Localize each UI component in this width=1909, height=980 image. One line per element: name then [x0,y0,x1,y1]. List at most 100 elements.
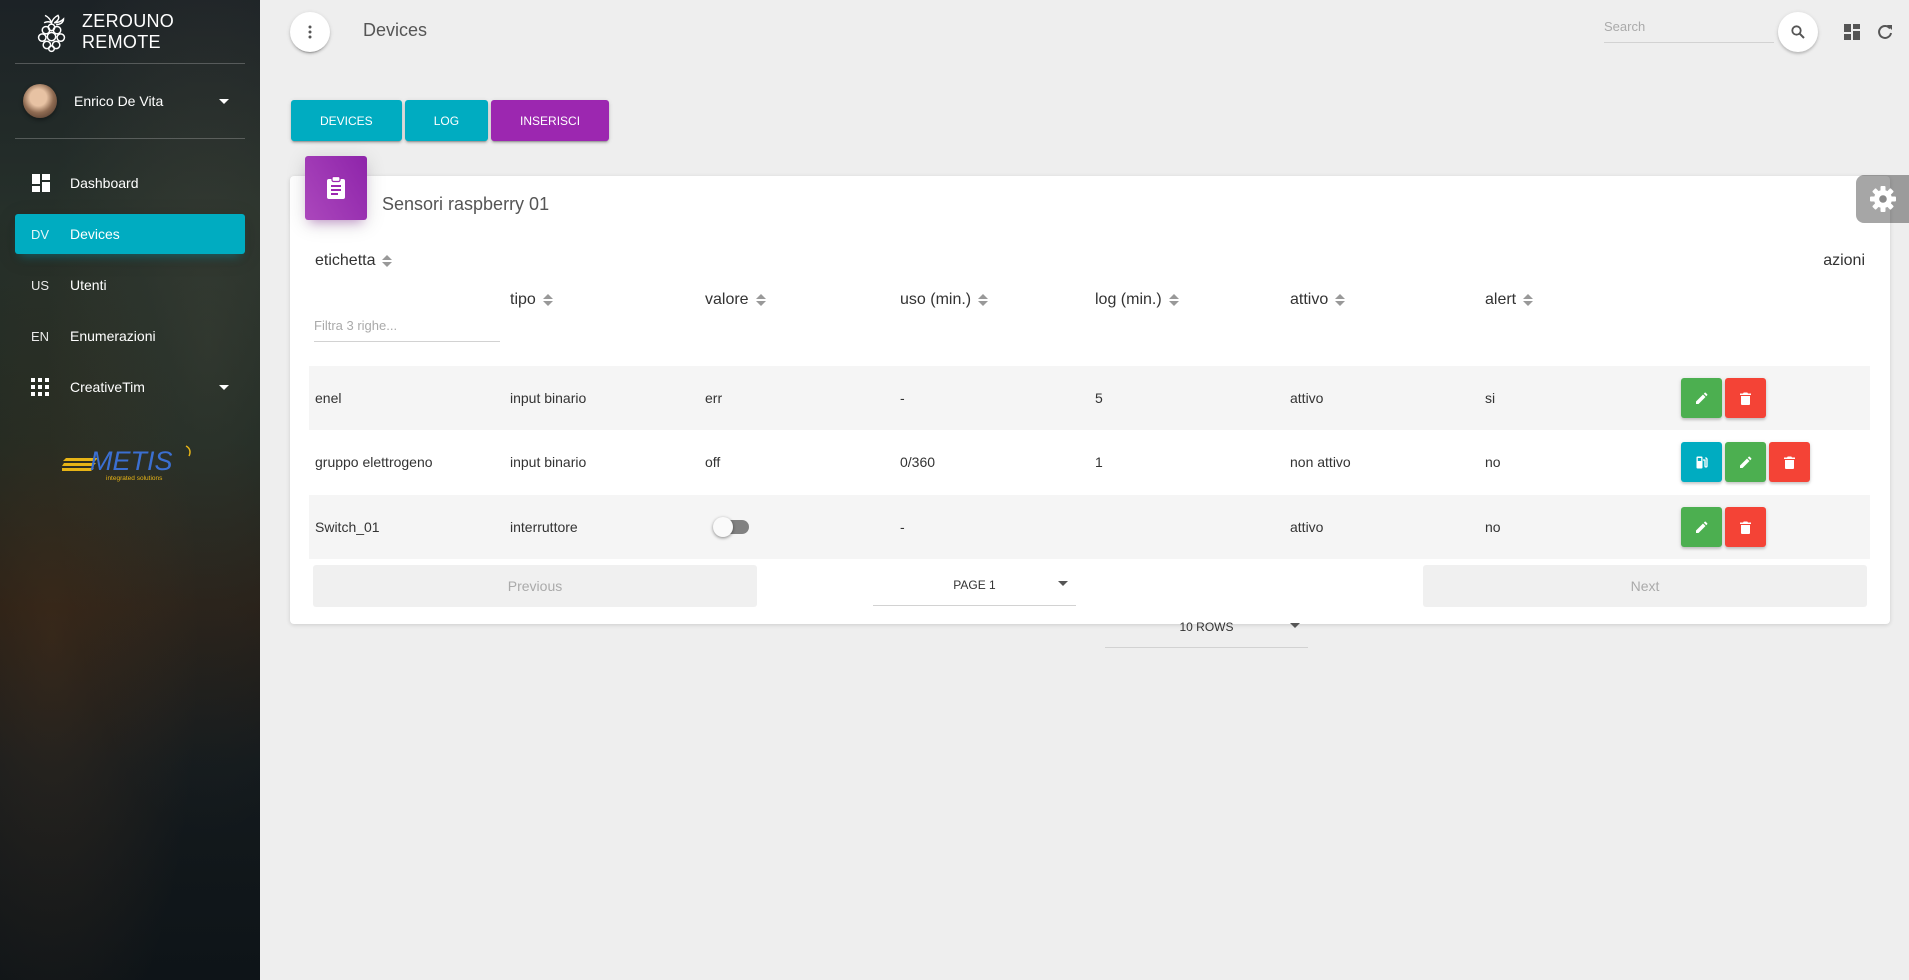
cell-valore: off [705,454,721,470]
sidebar-item-mini: DV [31,226,50,242]
previous-button[interactable]: Previous [313,565,757,607]
delete-button[interactable] [1725,507,1766,547]
delete-icon [1740,392,1751,405]
column-header-label: etichetta [315,252,376,269]
column-header-attivo[interactable]: attivo [1290,291,1346,309]
column-header-label: uso (min.) [900,291,972,308]
sort-icon [542,294,553,306]
edit-button[interactable] [1681,378,1722,418]
sidebar-item-dashboard[interactable]: Dashboard [15,163,245,203]
sidebar: ZEROUNO REMOTE Enrico De Vita Dashboard … [0,0,260,980]
cell-valore: err [705,390,723,406]
column-header-azioni: azioni [1823,252,1865,270]
sidebar-minimize-button[interactable] [290,12,330,52]
column-header-alert[interactable]: alert [1485,291,1534,309]
chevron-down-icon [1058,581,1068,586]
search-input[interactable] [1604,16,1774,42]
sort-icon [1335,294,1346,306]
edit-button[interactable] [1725,442,1766,482]
column-header-label: log (min.) [1095,291,1162,308]
tab-inserisci[interactable]: INSERISCI [491,100,610,141]
avatar [23,84,57,118]
delete-icon [1784,456,1795,469]
fuel-button[interactable] [1681,442,1722,482]
refresh-button[interactable] [1874,21,1896,43]
sort-icon [755,294,766,306]
edit-button[interactable] [1681,507,1722,547]
cell-etichetta: Switch_01 [315,519,380,535]
refresh-icon [1878,24,1892,39]
toggle-knob [713,517,733,537]
next-button[interactable]: Next [1423,565,1867,607]
sidebar-item-utenti[interactable]: US Utenti [15,265,245,305]
cell-uso: - [900,519,905,535]
sidebar-item-label: Devices [70,226,120,242]
chevron-down-icon [219,98,229,104]
edit-icon [1695,392,1707,404]
fuel-icon [1696,456,1708,468]
cell-etichetta: gruppo elettrogeno [315,454,433,470]
cell-tipo: input binario [510,390,587,406]
dashboard-icon [1844,24,1860,40]
sidebar-item-devices[interactable]: DV Devices [15,214,245,254]
devices-card: Sensori raspberry 01 etichetta azioni ti… [290,156,1890,648]
sidebar-item-label: Dashboard [70,175,139,191]
raspberry-pi-logo-icon [37,13,66,52]
sidebar-item-mini: US [31,277,50,293]
dashboard-button[interactable] [1841,21,1863,43]
metis-logo: METIS integrated solutions [60,445,191,482]
rows-select[interactable]: 10 ROWS [1105,606,1308,648]
cell-uso: - [900,390,905,406]
table-row: enel input binario err - 5 attivo si [309,366,1870,430]
tab-devices[interactable]: DEVICES [291,100,402,141]
cell-valore [713,495,749,559]
sidebar-item-label: Enumerazioni [70,328,156,344]
more-vert-icon [308,25,312,39]
cell-etichetta: enel [315,390,342,406]
row-actions [1681,378,1766,418]
delete-button[interactable] [1725,378,1766,418]
column-header-valore[interactable]: valore [705,291,766,309]
user-name: Enrico De Vita [74,93,164,109]
column-header-uso[interactable]: uso (min.) [900,291,989,309]
sidebar-item-enumerazioni[interactable]: EN Enumerazioni [15,316,245,356]
table-row: Switch_01 interruttore - attivo no [309,495,1870,559]
sort-icon [978,294,989,306]
cell-attivo: attivo [1290,390,1324,406]
gear-icon [1869,186,1896,212]
sidebar-item-creativetim[interactable]: CreativeTim [15,367,245,407]
column-header-log[interactable]: log (min.) [1095,291,1179,309]
search-field [1604,16,1774,43]
brand[interactable]: ZEROUNO REMOTE [15,0,245,64]
top-navbar: Devices [260,0,1909,64]
cell-attivo: non attivo [1290,454,1351,470]
sidebar-item-label: CreativeTim [70,379,145,395]
rows-select-value: 10 ROWS [1179,619,1234,634]
search-icon [1791,25,1805,39]
cell-alert: si [1485,390,1496,406]
row-actions [1681,507,1766,547]
column-header-etichetta[interactable]: etichetta [315,252,393,270]
tab-bar: DEVICES LOG INSERISCI [291,100,610,141]
column-header-tipo[interactable]: tipo [510,291,553,309]
cell-alert: no [1485,454,1501,470]
cell-tipo: input binario [510,454,587,470]
card-title: Sensori raspberry 01 [382,194,550,214]
filter-input[interactable] [314,316,500,341]
delete-button[interactable] [1769,442,1810,482]
edit-icon [1739,456,1751,468]
switch-toggle[interactable] [713,517,749,537]
settings-plugin-button[interactable] [1856,175,1909,223]
search-button[interactable] [1778,12,1818,52]
brand-name: ZEROUNO REMOTE [82,10,175,52]
page-select-value: PAGE 1 [953,577,996,592]
page-title: Devices [363,20,428,40]
column-header-label: tipo [510,291,536,308]
page-select[interactable]: PAGE 1 [873,564,1076,606]
tab-log[interactable]: LOG [404,100,489,141]
sidebar-nav: Dashboard DV Devices US Utenti EN Enumer… [0,163,260,407]
cell-uso: 0/360 [900,454,936,470]
user-menu[interactable]: Enrico De Vita [15,64,245,139]
sort-icon [1523,294,1534,306]
sidebar-item-label: Utenti [70,277,107,293]
